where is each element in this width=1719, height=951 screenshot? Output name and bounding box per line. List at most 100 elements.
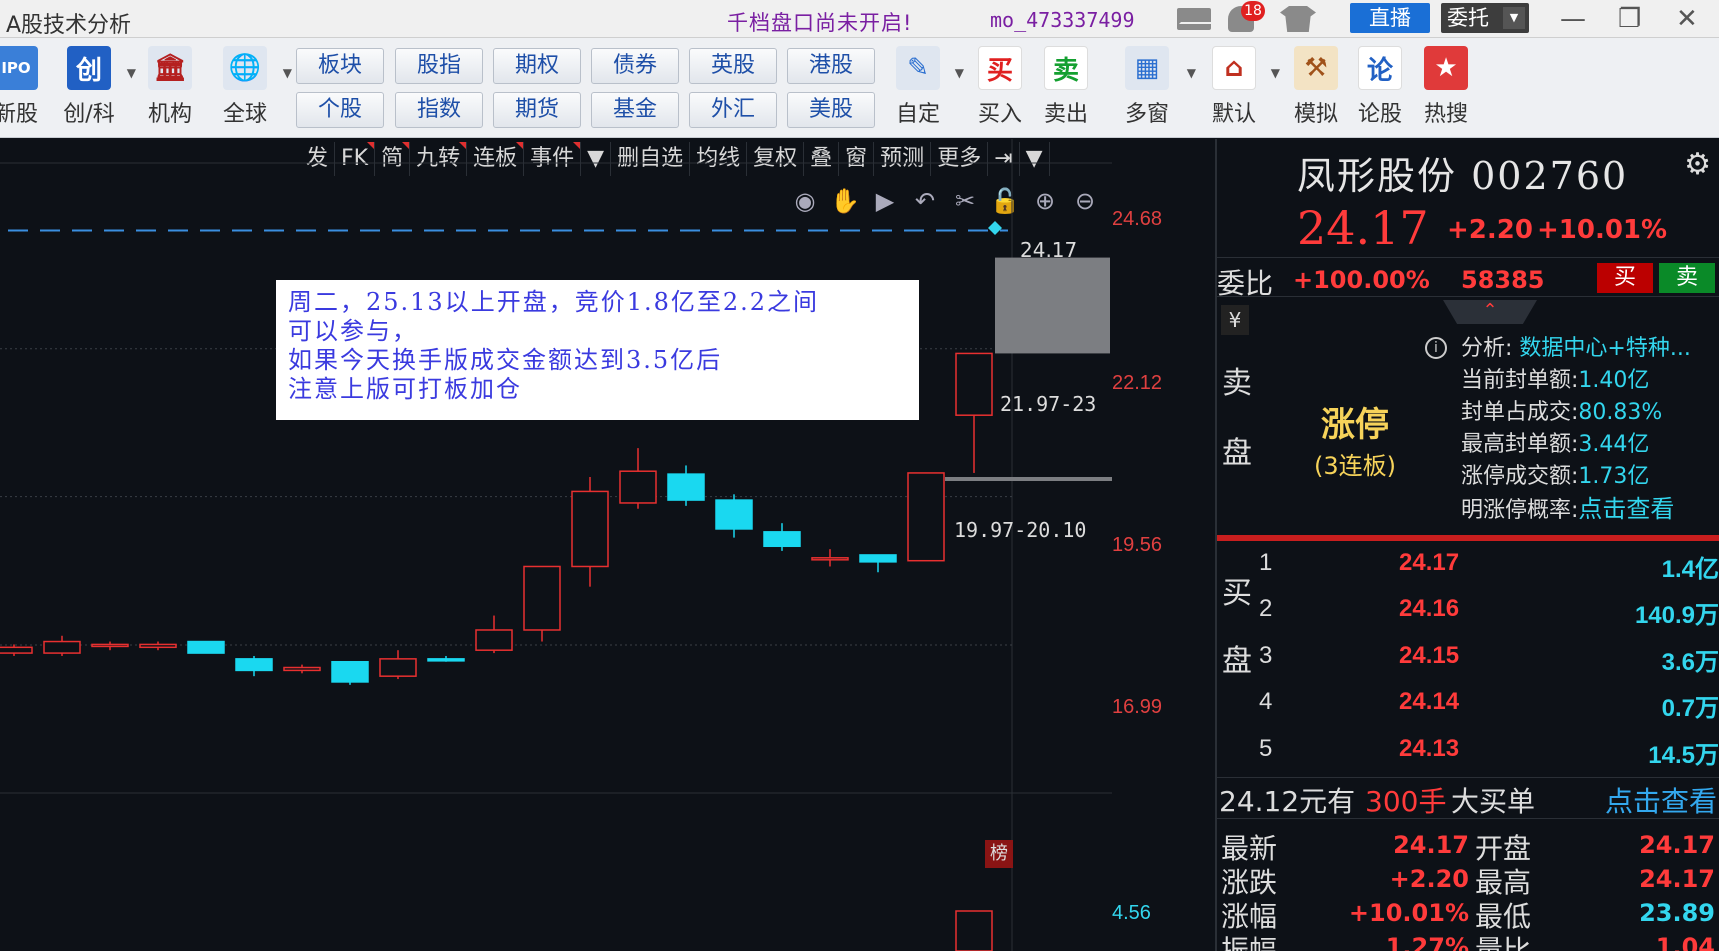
nav-forex[interactable]: 外汇 bbox=[689, 92, 777, 128]
close-button[interactable]: ✕ bbox=[1676, 4, 1698, 34]
candle-body[interactable] bbox=[715, 499, 753, 530]
candle-body[interactable] bbox=[571, 490, 609, 568]
bid-row[interactable]: 3 24.15 3.6万 bbox=[1259, 642, 1719, 686]
nav-us-stocks[interactable]: 美股 bbox=[787, 92, 875, 128]
chevron-down-icon[interactable]: ▼ bbox=[1271, 66, 1280, 80]
analysis-link[interactable]: 数据中心+特种... bbox=[1519, 336, 1690, 361]
quick-buy-button[interactable]: 买 bbox=[1597, 263, 1653, 293]
bid-level: 5 bbox=[1259, 735, 1273, 762]
skin-icon[interactable] bbox=[1280, 6, 1316, 32]
candle-body[interactable] bbox=[0, 646, 33, 654]
nav-hk-stocks[interactable]: 港股 bbox=[787, 48, 875, 84]
candle-body[interactable] bbox=[235, 658, 273, 672]
nav-stock-index[interactable]: 股指 bbox=[395, 48, 483, 84]
mail-icon[interactable] bbox=[1177, 8, 1211, 30]
analysis-label: 分析: bbox=[1461, 336, 1513, 361]
info-icon[interactable]: i bbox=[1425, 337, 1447, 359]
tool-label: 多窗 bbox=[1124, 102, 1169, 127]
live-button[interactable]: 直播 bbox=[1350, 3, 1430, 33]
sell-side-label: 盘 bbox=[1222, 436, 1252, 471]
weibi-label: 委比 bbox=[1217, 267, 1274, 300]
rank-badge[interactable]: 榜 bbox=[985, 840, 1013, 868]
bid-row[interactable]: 4 24.14 0.7万 bbox=[1259, 688, 1719, 732]
tool-label: 机构 bbox=[147, 102, 192, 127]
tool-buy[interactable]: 买 买入 bbox=[972, 46, 1028, 128]
candle-body[interactable] bbox=[283, 666, 321, 672]
candle-body[interactable] bbox=[331, 660, 369, 683]
collapse-up-icon[interactable]: ⌃ bbox=[1443, 300, 1537, 324]
chevron-down-icon[interactable]: ▼ bbox=[127, 66, 136, 80]
tool-institution[interactable]: 🏛 机构 bbox=[140, 46, 200, 128]
stats-row: 涨跌 +2.20 最高 24.17 bbox=[1217, 861, 1719, 899]
gear-icon[interactable]: ⚙ bbox=[1684, 147, 1711, 182]
tool-chuang-ke[interactable]: 创 创/科 ▼ bbox=[58, 46, 136, 128]
chevron-down-icon[interactable]: ▼ bbox=[955, 66, 964, 80]
probability-link[interactable]: 点击查看 bbox=[1578, 495, 1674, 523]
candle-body[interactable] bbox=[523, 565, 561, 631]
big-order-price: 24.12元有 bbox=[1219, 785, 1356, 818]
minimize-button[interactable]: — bbox=[1560, 4, 1586, 34]
tool-hot-search[interactable]: ★ 热搜 bbox=[1418, 46, 1474, 128]
analysis-value: 3.44亿 bbox=[1578, 432, 1650, 457]
volume-bar[interactable] bbox=[955, 910, 993, 951]
candle-body[interactable] bbox=[907, 472, 945, 562]
entrust-button[interactable]: 委托 ▼ bbox=[1441, 3, 1529, 33]
tool-sell[interactable]: 卖 卖出 bbox=[1038, 46, 1094, 128]
candle-body[interactable] bbox=[43, 640, 81, 654]
range-low-label: 19.97-20.10 bbox=[954, 518, 1087, 542]
candle-body[interactable] bbox=[475, 629, 513, 651]
nav-uk-stocks[interactable]: 英股 bbox=[689, 48, 777, 84]
nav-options[interactable]: 期权 bbox=[493, 48, 581, 84]
nav-sector[interactable]: 板块 bbox=[296, 48, 384, 84]
nav-futures[interactable]: 期货 bbox=[493, 92, 581, 128]
annotation-line: 周二，25.13以上开盘，竞价1.8亿至2.2之间 bbox=[288, 288, 820, 316]
bid-level: 1 bbox=[1259, 549, 1273, 576]
yen-icon[interactable]: ¥ bbox=[1221, 305, 1249, 335]
tool-global[interactable]: 🌐 全球 ▼ bbox=[214, 46, 292, 128]
kline-svg[interactable] bbox=[0, 139, 1112, 951]
big-order-link[interactable]: 点击查看 bbox=[1605, 780, 1717, 820]
bid-row[interactable]: 1 24.17 1.4亿 bbox=[1259, 549, 1719, 593]
tool-simulate[interactable]: ⚒ 模拟 bbox=[1288, 46, 1344, 128]
bid-level: 3 bbox=[1259, 642, 1273, 669]
candle-body[interactable] bbox=[187, 640, 225, 654]
tool-label: 默认 bbox=[1211, 102, 1256, 127]
analysis-value: 1.73亿 bbox=[1578, 464, 1650, 489]
candle-body[interactable] bbox=[619, 470, 657, 504]
chevron-down-icon[interactable]: ▼ bbox=[283, 66, 292, 80]
candle-body[interactable] bbox=[91, 643, 129, 648]
ipo-icon: IPO bbox=[0, 46, 38, 90]
tool-multiwindow[interactable]: ▦ 多窗 ▼ bbox=[1114, 46, 1196, 128]
tool-custom[interactable]: ✎ 自定 ▼ bbox=[888, 46, 964, 128]
candle-body[interactable] bbox=[955, 352, 993, 416]
bid-row[interactable]: 5 24.13 14.5万 bbox=[1259, 735, 1719, 779]
window-title: A股技术分析 bbox=[6, 13, 132, 38]
maximize-button[interactable]: ❐ bbox=[1618, 4, 1641, 34]
stat-value: 1.04 bbox=[1655, 933, 1715, 951]
tool-ipo[interactable]: IPO 新股 bbox=[0, 46, 46, 128]
chevron-down-icon[interactable]: ▼ bbox=[1187, 66, 1196, 80]
candle-body[interactable] bbox=[811, 557, 849, 561]
annotation-note[interactable]: 周二，25.13以上开盘，竞价1.8亿至2.2之间 可以参与， 如果今天换手版成… bbox=[276, 280, 919, 420]
candle-body[interactable] bbox=[667, 473, 705, 501]
candle-body[interactable] bbox=[379, 658, 417, 677]
order-book-notice[interactable]: 千档盘口尚未开启! bbox=[727, 7, 912, 37]
candle-body[interactable] bbox=[859, 554, 897, 563]
forum-icon: 论 bbox=[1358, 46, 1402, 90]
nav-bonds[interactable]: 债券 bbox=[591, 48, 679, 84]
stock-title: 凤形股份 002760 bbox=[1297, 145, 1628, 200]
tool-default[interactable]: ⌂ 默认 ▼ bbox=[1204, 46, 1280, 128]
quick-sell-button[interactable]: 卖 bbox=[1659, 263, 1715, 293]
candle-body[interactable] bbox=[427, 658, 465, 662]
hot-search-icon: ★ bbox=[1424, 46, 1468, 90]
nav-individual-stocks[interactable]: 个股 bbox=[296, 92, 384, 128]
candle-body[interactable] bbox=[763, 531, 801, 548]
chevron-down-icon[interactable]: ▼ bbox=[1503, 7, 1525, 29]
bid-row[interactable]: 2 24.16 140.9万 bbox=[1259, 595, 1719, 639]
candle-body[interactable] bbox=[139, 643, 177, 649]
tool-forum[interactable]: 论 论股 bbox=[1352, 46, 1408, 128]
nav-index[interactable]: 指数 bbox=[395, 92, 483, 128]
username[interactable]: mo_473337499 bbox=[990, 8, 1135, 32]
nav-funds[interactable]: 基金 bbox=[591, 92, 679, 128]
limit-up-title: 涨停 bbox=[1321, 405, 1389, 445]
